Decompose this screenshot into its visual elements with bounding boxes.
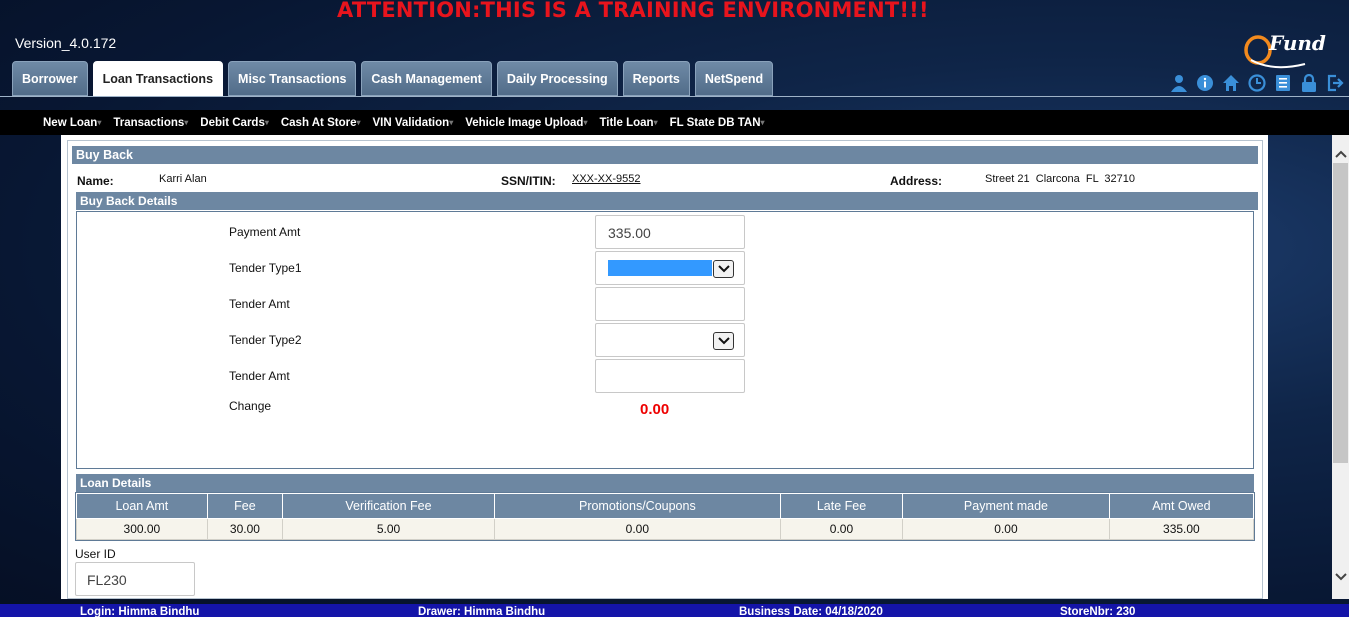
payment-amt-label: Payment Amt <box>229 225 301 239</box>
loan-details-table: Loan Amt Fee Verification Fee Promotions… <box>75 492 1255 541</box>
tab-daily-processing[interactable]: Daily Processing <box>496 61 618 96</box>
user-icon[interactable] <box>1170 74 1188 92</box>
ssn-label: SSN/ITIN: <box>501 174 556 188</box>
tender-type1-select[interactable] <box>595 251 745 285</box>
loan-details-title: Loan Details <box>76 474 1254 492</box>
user-id-value: FL230 <box>87 572 127 588</box>
cell-promotions-coupons: 0.00 <box>493 518 781 540</box>
submenu-new-loan[interactable]: New Loan <box>43 117 101 129</box>
tab-borrower[interactable]: Borrower <box>12 61 88 96</box>
tab-netspend[interactable]: NetSpend <box>694 61 774 96</box>
logout-icon[interactable] <box>1326 74 1344 92</box>
tender-amt1-field[interactable] <box>595 287 745 321</box>
name-value: Karri Alan <box>159 173 207 185</box>
col-payment-made: Payment made <box>902 493 1110 519</box>
address-label: Address: <box>890 174 943 188</box>
col-fee: Fee <box>206 493 284 519</box>
payment-amt-field[interactable]: 335.00 <box>595 215 745 249</box>
main-tabs: Borrower Loan Transactions Misc Transact… <box>12 61 774 96</box>
tender-type1-selected-highlight <box>608 260 712 276</box>
col-promotions-coupons: Promotions/Coupons <box>493 493 781 519</box>
top-header: ATTENTION:THIS IS A TRAINING ENVIRONMENT… <box>0 0 1349 97</box>
cell-late-fee: 0.00 <box>779 518 904 540</box>
tender-type2-select[interactable] <box>595 323 745 357</box>
ssn-link[interactable]: XXX-XX-9552 <box>572 173 640 185</box>
col-loan-amt: Loan Amt <box>76 493 208 519</box>
clock-icon[interactable] <box>1248 74 1266 92</box>
change-label: Change <box>229 399 272 413</box>
tab-reports[interactable]: Reports <box>622 61 690 96</box>
footer-login: Login: Himma Bindhu <box>80 606 200 617</box>
home-icon[interactable] <box>1222 74 1240 92</box>
footer-business-date: Business Date: 04/18/2020 <box>739 606 883 617</box>
table-row: 300.00 30.00 5.00 0.00 0.00 0.00 335.00 <box>76 518 1255 540</box>
tab-misc-transactions[interactable]: Misc Transactions <box>228 61 357 96</box>
cell-amt-owed: 335.00 <box>1108 518 1255 540</box>
sub-menu-bar: New Loan Transactions Debit Cards Cash A… <box>0 110 1349 135</box>
payment-amt-value: 335.00 <box>608 225 651 241</box>
tender-type1-label: Tender Type1 <box>229 261 302 275</box>
submenu-vin-validation[interactable]: VIN Validation <box>373 117 454 129</box>
col-amt-owed: Amt Owed <box>1108 493 1255 519</box>
header-divider <box>0 96 1349 97</box>
version-label: Version_4.0.172 <box>15 35 117 51</box>
tender-amt2-field[interactable] <box>595 359 745 393</box>
cell-verification-fee: 5.00 <box>282 518 495 540</box>
submenu-title-loan[interactable]: Title Loan <box>599 117 657 129</box>
col-verification-fee: Verification Fee <box>282 493 495 519</box>
lock-icon[interactable] <box>1300 73 1318 92</box>
footer-store: StoreNbr: 230 <box>1060 606 1136 617</box>
buyback-title: Buy Back <box>72 146 1258 164</box>
submenu-transactions[interactable]: Transactions <box>113 117 188 129</box>
cell-fee: 30.00 <box>206 518 284 540</box>
cell-payment-made: 0.00 <box>902 518 1110 540</box>
page-scrollbar[interactable] <box>1332 135 1349 599</box>
logo-text: Fund <box>1268 31 1326 55</box>
notes-icon[interactable] <box>1274 74 1292 92</box>
buyback-form: Buy Back Name: Karri Alan SSN/ITIN: XXX-… <box>67 140 1263 599</box>
user-id-label: User ID <box>75 547 116 561</box>
toolbar-icons <box>1170 73 1344 92</box>
tender-amt2-label: Tender Amt <box>229 369 290 383</box>
tender-type2-label: Tender Type2 <box>229 333 302 347</box>
training-banner: ATTENTION:THIS IS A TRAINING ENVIRONMENT… <box>337 0 929 22</box>
buyback-details-title: Buy Back Details <box>76 192 1258 210</box>
address-value: Street 21 Clarcona FL 32710 <box>985 173 1136 185</box>
scroll-down-icon[interactable] <box>1332 568 1349 585</box>
scrollbar-thumb[interactable] <box>1333 163 1348 463</box>
name-label: Name: <box>77 174 114 188</box>
user-id-field[interactable]: FL230 <box>75 562 195 596</box>
submenu-cash-at-store[interactable]: Cash At Store <box>281 117 361 129</box>
tender-amt1-label: Tender Amt <box>229 297 290 311</box>
status-footer: Login: Himma Bindhu Drawer: Himma Bindhu… <box>0 604 1349 617</box>
cell-loan-amt: 300.00 <box>76 518 208 540</box>
col-late-fee: Late Fee <box>779 493 904 519</box>
chevron-down-icon[interactable] <box>713 260 734 278</box>
tab-loan-transactions[interactable]: Loan Transactions <box>92 61 224 96</box>
change-value: 0.00 <box>640 401 670 418</box>
info-icon[interactable] <box>1196 74 1214 92</box>
submenu-debit-cards[interactable]: Debit Cards <box>200 117 269 129</box>
tab-cash-management[interactable]: Cash Management <box>361 61 492 96</box>
scroll-up-icon[interactable] <box>1332 145 1349 162</box>
submenu-fl-state-db-tan[interactable]: FL State DB TAN <box>670 117 765 129</box>
submenu-vehicle-image-upload[interactable]: Vehicle Image Upload <box>465 117 587 129</box>
chevron-down-icon[interactable] <box>713 332 734 350</box>
main-panel: Buy Back Name: Karri Alan SSN/ITIN: XXX-… <box>61 135 1268 599</box>
buyback-details-section: Payment Amt 335.00 Tender Type1 Tender A… <box>76 211 1254 469</box>
footer-drawer: Drawer: Himma Bindhu <box>418 606 546 617</box>
qfund-logo: Fund <box>1244 31 1326 69</box>
